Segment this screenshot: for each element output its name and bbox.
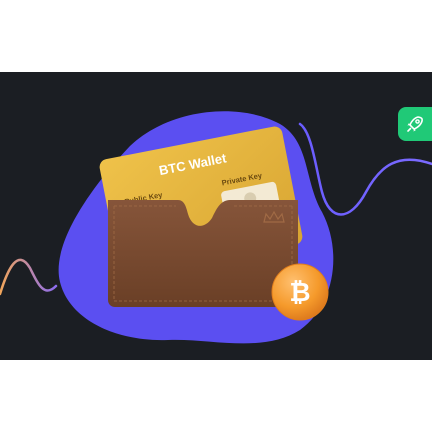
bitcoin-icon: ₿ — [289, 277, 310, 307]
wallet-illustration: BTC Wallet Public Key Private Key ₿ — [0, 111, 432, 344]
bitcoin-coin: ₿ — [271, 263, 329, 321]
hero-banner: BTC Wallet Public Key Private Key ₿ — [0, 72, 432, 360]
rocket-icon — [407, 116, 423, 132]
left-wave-line — [0, 258, 58, 296]
rocket-badge-button[interactable] — [398, 107, 432, 141]
